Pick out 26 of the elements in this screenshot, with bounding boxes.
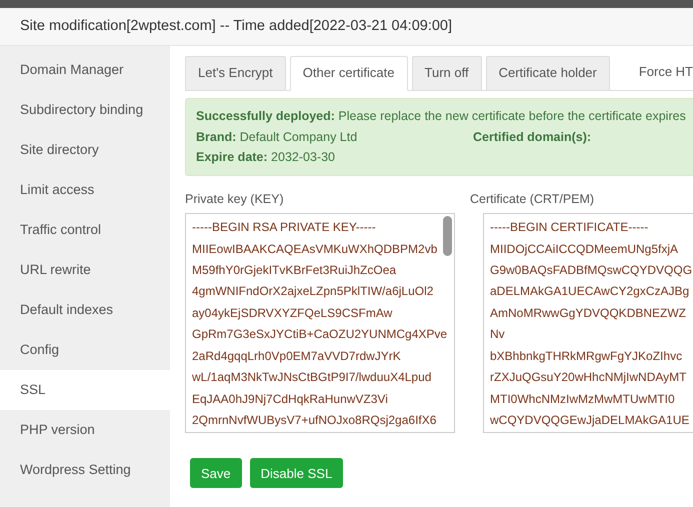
expire-date-text: Expire date: 2032-03-30 <box>196 149 336 166</box>
sidebar-item[interactable]: Wordpress Setting <box>0 450 170 490</box>
sidebar-item[interactable]: PHP version <box>0 410 170 450</box>
scrollbar-thumb[interactable] <box>443 216 452 256</box>
domains-label: Certified domain(s): <box>473 128 592 146</box>
sidebar-item[interactable]: Traffic control <box>0 210 170 250</box>
tab[interactable]: Certificate holder <box>486 56 610 91</box>
brand-text: Brand: Default Company Ltd <box>196 128 358 146</box>
certificate-label: Certificate (CRT/PEM) <box>470 190 596 208</box>
sidebar-item[interactable]: Default indexes <box>0 290 170 330</box>
sidebar-item[interactable]: Site directory <box>0 130 170 170</box>
tab[interactable]: Let's Encrypt <box>185 56 286 91</box>
sidebar-item[interactable]: Config <box>0 330 170 370</box>
sidebar-item[interactable]: Limit access <box>0 170 170 210</box>
sidebar-item[interactable]: URL rewrite <box>0 250 170 290</box>
tab[interactable]: Turn off <box>412 56 482 91</box>
certificate-field[interactable]: -----BEGIN CERTIFICATE----- MIIDOjCCAiICCQDMeemUNg5fxjA G9w0BAQsFADBfMQswCQYDVQQG aDELMAkGA1UECAwCY2gxCzAJBg AmNoMRwwGgYDVQQKDBNEZWZ Nv bXBhbnkgTHRkMRgwFgYJKoZIhvc rZXJuQGsuY20wHhcNMjIwNDAyMT MTI0WhcNMzIwMzMwMTUwMTI0 wCQYDVQQGEwJjaDELMAkGA1UE <box>483 213 693 434</box>
status-message: Successfully deployed: Please replace the new certificate before the certificate expires <box>196 109 686 123</box>
private-key-field[interactable]: -----BEGIN RSA PRIVATE KEY----- MIIEowIBAAKCAQEAsVMKuWXhQDBPM2vb M59fhY0rGjekITvKBrFet3RuiJhZcOea 4gmWNIFndOrX2ajxeLZpn5PklTIW/a6jLuOl2 ay04ykEjSDRVXYZFQeLS9CSFmAw GpRm7G3eSxJYCtiB+CaOZU2YUNMCg4XPve 2aRd4gqqLrh0Vp0EM7aVVD7rdwJYrK wL/1aqM3NkTwJNsCtBGtP9I7/lwduuX4Lpud EqJAA0hJ9Nj7CdHqkRaHunwVZ3Vi 2QmrnNvfWUBysV7+ufNOJxo8RQsj2ga6IfX6 <box>185 213 455 434</box>
sidebar-item[interactable]: Subdirectory binding <box>0 90 170 130</box>
sidebar-item[interactable]: Domain Manager <box>0 50 170 90</box>
tab[interactable]: Other certificate <box>290 56 408 91</box>
sidebar-item[interactable]: SSL <box>0 370 170 410</box>
window-title: Site modification[2wptest.com] -- Time added[2022-03-21 04:09:00] <box>0 8 693 46</box>
force-https-label[interactable]: Force HT <box>618 56 693 90</box>
private-key-label: Private key (KEY) <box>185 190 285 208</box>
